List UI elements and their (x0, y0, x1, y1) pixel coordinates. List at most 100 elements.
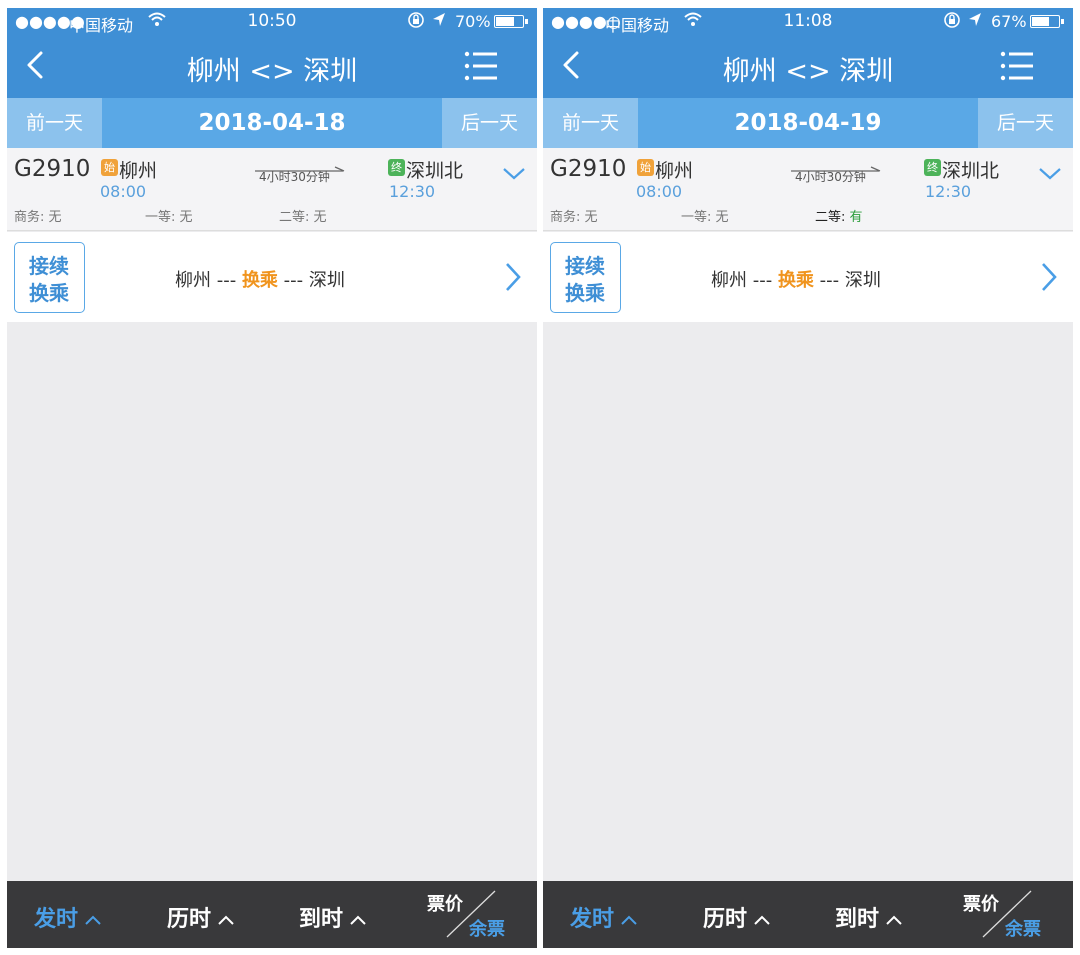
battery-icon (494, 15, 524, 28)
chevron-up-icon (621, 915, 637, 925)
status-bar: ●●●●● 中国移动 10:50 70% (7, 8, 537, 35)
battery-icon (1030, 15, 1060, 28)
status-bar: ●●●●○ 中国移动 11:08 67% (543, 8, 1073, 35)
sort-arrive-label: 到时 (835, 907, 880, 932)
phone-screen-right: ●●●●○ 中国移动 11:08 67% 柳州 <> 深圳 前一天 2018-0… (543, 8, 1073, 948)
battery-tip (1061, 19, 1064, 24)
battery-percentage: 67% (991, 12, 1027, 31)
seat-second-value: 无 (313, 210, 327, 225)
transfer-to: --- 深圳 (277, 270, 345, 291)
menu-list-icon[interactable] (463, 48, 499, 84)
train-number: G2910 (14, 156, 91, 182)
nav-bar: 柳州 <> 深圳 (543, 34, 1073, 98)
sort-duration-label: 历时 (703, 907, 748, 932)
depart-time: 08:00 (100, 182, 147, 201)
transfer-badge: 接续 换乘 (550, 242, 621, 313)
page-title: 柳州 <> 深圳 (722, 56, 894, 87)
end-station-badge: 终 (388, 159, 405, 176)
battery-tip (525, 19, 528, 24)
depart-time: 08:00 (636, 182, 683, 201)
transfer-badge-line1: 接续 (29, 254, 69, 278)
to-station: 深圳北 (942, 160, 1000, 182)
chevron-right-icon[interactable] (1039, 261, 1059, 293)
sort-arrive-label: 到时 (299, 907, 344, 932)
sort-by-arrive-button[interactable]: 到时 (835, 901, 903, 933)
date-bar: 前一天 2018-04-18 后一天 (7, 98, 537, 148)
transfer-route: 柳州 --- 换乘 --- 深圳 (175, 266, 345, 292)
from-station: 柳州 (655, 160, 694, 182)
rotation-lock-icon (407, 11, 425, 33)
seat-first-class: 一等: 无 (681, 210, 729, 225)
sort-by-duration-button[interactable]: 历时 (167, 901, 235, 933)
transfer-from: 柳州 --- (711, 270, 778, 291)
chevron-down-icon[interactable] (1038, 166, 1062, 182)
transfer-highlight: 换乘 (241, 270, 278, 291)
train-row[interactable]: G2910 始 柳州 08:00 4小时30分钟 终 深圳北 12:30 商务:… (7, 148, 537, 231)
transfer-row[interactable]: 接续 换乘 柳州 --- 换乘 --- 深圳 (543, 232, 1073, 322)
page-title: 柳州 <> 深圳 (186, 56, 358, 87)
seat-business: 商务: 无 (14, 210, 62, 225)
battery-fill (1032, 17, 1049, 26)
seat-business: 商务: 无 (550, 210, 598, 225)
chevron-up-icon (218, 915, 234, 925)
chevron-up-icon (350, 915, 366, 925)
seat-first-class: 一等: 无 (145, 210, 193, 225)
chevron-right-icon[interactable] (503, 261, 523, 293)
train-row[interactable]: G2910 始 柳州 08:00 4小时30分钟 终 深圳北 12:30 商务:… (543, 148, 1073, 231)
chevron-down-icon[interactable] (502, 166, 526, 182)
seat-second-value: 有 (849, 210, 863, 225)
arrive-time: 12:30 (925, 182, 972, 201)
trip-duration: 4小时30分钟 (259, 170, 330, 184)
nav-bar: 柳州 <> 深圳 (7, 34, 537, 98)
sort-by-depart-button[interactable]: 发时 (34, 901, 102, 933)
sort-by-arrive-button[interactable]: 到时 (299, 901, 367, 933)
transfer-from: 柳州 --- (175, 270, 242, 291)
current-date[interactable]: 2018-04-19 (638, 98, 978, 148)
sort-bar: 发时 历时 到时 票价 余票 (543, 881, 1073, 948)
prev-day-button[interactable]: 前一天 (7, 98, 102, 148)
transfer-row[interactable]: 接续 换乘 柳州 --- 换乘 --- 深圳 (7, 232, 537, 322)
sort-bar: 发时 历时 到时 票价 余票 (7, 881, 537, 948)
next-day-button[interactable]: 后一天 (442, 98, 537, 148)
sort-depart-label: 发时 (34, 907, 79, 932)
prev-day-button[interactable]: 前一天 (543, 98, 638, 148)
seat-second-label: 二等: (815, 210, 850, 225)
location-arrow-icon (967, 11, 983, 33)
to-station: 深圳北 (406, 160, 464, 182)
menu-list-icon[interactable] (999, 48, 1035, 84)
date-bar: 前一天 2018-04-19 后一天 (543, 98, 1073, 148)
transfer-badge-line1: 接续 (565, 254, 605, 278)
trip-duration: 4小时30分钟 (795, 170, 866, 184)
seat-second-label: 二等: (279, 210, 314, 225)
transfer-to: --- 深圳 (813, 270, 881, 291)
sort-duration-label: 历时 (167, 907, 212, 932)
sort-by-duration-button[interactable]: 历时 (703, 901, 771, 933)
battery-percentage: 70% (455, 12, 491, 31)
sort-by-remaining-button[interactable]: 余票 (469, 915, 505, 941)
transfer-badge: 接续 换乘 (14, 242, 85, 313)
start-station-badge: 始 (637, 159, 654, 176)
location-arrow-icon (431, 11, 447, 33)
train-number: G2910 (550, 156, 627, 182)
from-station: 柳州 (119, 160, 158, 182)
sort-by-depart-button[interactable]: 发时 (570, 901, 638, 933)
arrive-time: 12:30 (389, 182, 436, 201)
chevron-up-icon (886, 915, 902, 925)
next-day-button[interactable]: 后一天 (978, 98, 1073, 148)
chevron-up-icon (754, 915, 770, 925)
chevron-up-icon (85, 915, 101, 925)
seat-second-class: 二等: 有 (815, 206, 863, 225)
sort-by-remaining-button[interactable]: 余票 (1005, 915, 1041, 941)
current-date[interactable]: 2018-04-18 (102, 98, 442, 148)
seat-second-class: 二等: 无 (279, 206, 327, 225)
transfer-route: 柳州 --- 换乘 --- 深圳 (711, 266, 881, 292)
sort-depart-label: 发时 (570, 907, 615, 932)
battery-fill (496, 17, 514, 26)
transfer-highlight: 换乘 (777, 270, 814, 291)
end-station-badge: 终 (924, 159, 941, 176)
phone-screen-left: ●●●●● 中国移动 10:50 70% 柳州 <> 深圳 前一天 2018-0… (7, 8, 537, 948)
transfer-badge-line2: 换乘 (565, 281, 605, 305)
rotation-lock-icon (943, 11, 961, 33)
start-station-badge: 始 (101, 159, 118, 176)
transfer-badge-line2: 换乘 (29, 281, 69, 305)
